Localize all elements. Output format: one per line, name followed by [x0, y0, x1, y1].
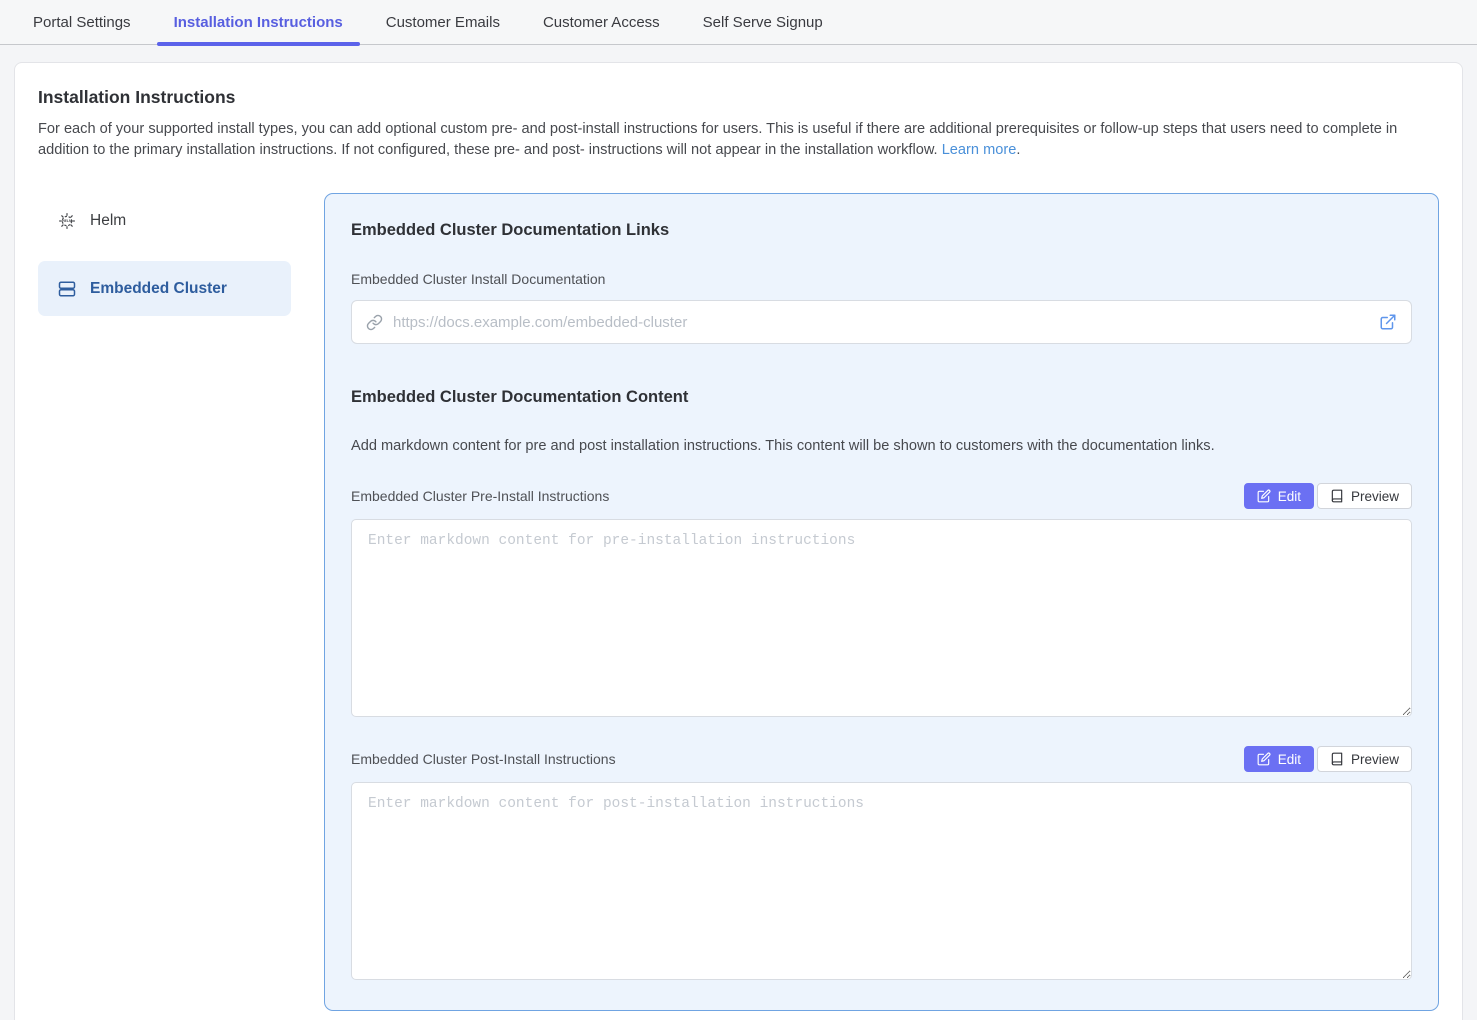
tab-portal-settings[interactable]: Portal Settings	[16, 0, 148, 44]
tab-self-serve-signup[interactable]: Self Serve Signup	[686, 0, 840, 44]
install-doc-url-input[interactable]	[393, 314, 1369, 331]
main-card: Installation Instructions For each of yo…	[14, 62, 1463, 1020]
edit-icon	[1257, 752, 1271, 766]
book-icon	[1330, 752, 1344, 766]
tab-customer-access[interactable]: Customer Access	[526, 0, 677, 44]
install-doc-url-field	[351, 300, 1412, 344]
doc-content-description: Add markdown content for pre and post in…	[351, 438, 1412, 454]
learn-more-link[interactable]: Learn more	[942, 142, 1017, 158]
pre-install-label: Embedded Cluster Pre-Install Instruction…	[351, 488, 609, 504]
pre-install-preview-button[interactable]: Preview	[1317, 483, 1412, 509]
doc-links-heading: Embedded Cluster Documentation Links	[351, 221, 1412, 240]
page-description-text: For each of your supported install types…	[38, 121, 1397, 158]
edit-button-label: Edit	[1278, 752, 1301, 767]
sidebar-item-embedded-cluster[interactable]: Embedded Cluster	[38, 261, 291, 316]
pre-install-edit-button[interactable]: Edit	[1244, 483, 1314, 509]
pre-install-mode-toggle: Edit Preview	[1244, 483, 1412, 509]
post-install-label-row: Embedded Cluster Post-Install Instructio…	[351, 746, 1412, 772]
pre-install-label-row: Embedded Cluster Pre-Install Instruction…	[351, 483, 1412, 509]
embedded-cluster-panel: Embedded Cluster Documentation Links Emb…	[324, 193, 1439, 1011]
book-icon	[1330, 489, 1344, 503]
install-doc-label: Embedded Cluster Install Documentation	[351, 271, 1412, 287]
sidebar-item-label: Embedded Cluster	[90, 280, 227, 298]
top-tab-bar: Portal Settings Installation Instruction…	[0, 0, 1477, 45]
pre-install-markdown-textarea[interactable]	[351, 519, 1412, 717]
post-install-label: Embedded Cluster Post-Install Instructio…	[351, 751, 616, 767]
post-install-edit-button[interactable]: Edit	[1244, 746, 1314, 772]
server-stack-icon	[58, 280, 76, 298]
preview-button-label: Preview	[1351, 489, 1399, 504]
sidebar-item-label: Helm	[90, 212, 126, 230]
link-icon	[366, 314, 383, 331]
post-install-preview-button[interactable]: Preview	[1317, 746, 1412, 772]
sidebar-item-helm[interactable]: HELM Helm	[38, 193, 291, 248]
edit-icon	[1257, 489, 1271, 503]
edit-button-label: Edit	[1278, 489, 1301, 504]
install-type-nav: HELM Helm Embedded Cluster	[38, 193, 291, 329]
helm-logo-icon: HELM	[58, 212, 76, 230]
content-row: HELM Helm Embedded Cluster	[38, 193, 1439, 1011]
period-after-link: .	[1016, 142, 1020, 158]
tab-installation-instructions[interactable]: Installation Instructions	[157, 0, 360, 44]
preview-button-label: Preview	[1351, 752, 1399, 767]
svg-text:HELM: HELM	[62, 219, 72, 223]
tab-customer-emails[interactable]: Customer Emails	[369, 0, 517, 44]
page-description: For each of your supported install types…	[38, 119, 1439, 160]
doc-content-heading: Embedded Cluster Documentation Content	[351, 388, 1412, 407]
external-link-icon[interactable]	[1379, 313, 1397, 331]
page-title: Installation Instructions	[38, 87, 1439, 108]
post-install-markdown-textarea[interactable]	[351, 782, 1412, 980]
post-install-mode-toggle: Edit Preview	[1244, 746, 1412, 772]
